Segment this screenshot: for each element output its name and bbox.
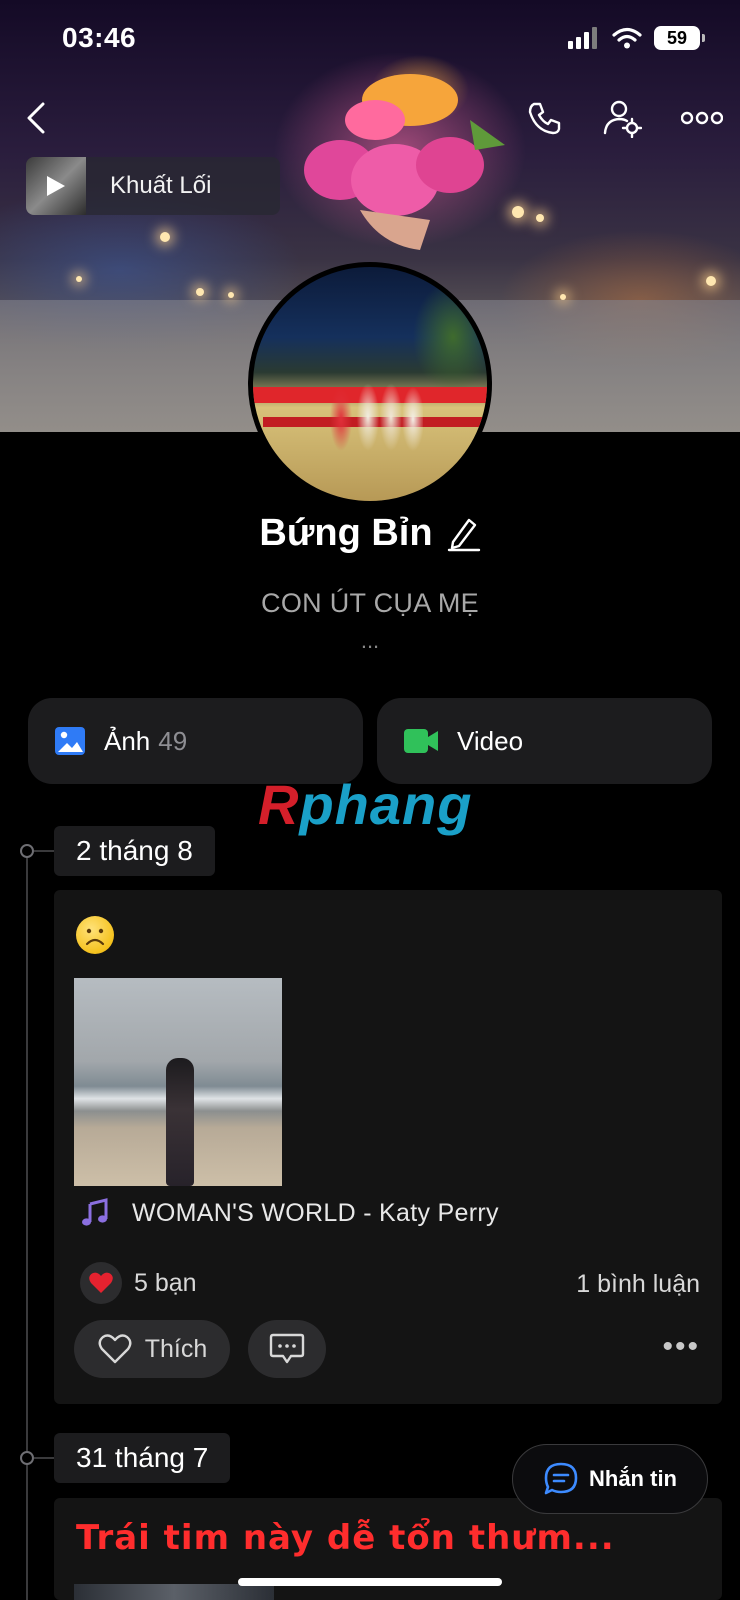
like-button[interactable]: Thích [74,1320,230,1378]
edit-pencil-icon[interactable] [447,516,481,552]
post-photo[interactable] [74,978,282,1186]
comment-icon [269,1333,305,1364]
post-card[interactable]: WOMAN'S WORLD - Katy Perry 5 bạn 1 bình … [54,890,722,1404]
call-button[interactable] [516,90,572,146]
photos-label: Ảnh [104,725,151,756]
status-time: 03:46 [62,22,137,53]
status-icons: 59 [568,26,705,50]
reaction-summary[interactable]: 5 bạn [80,1262,197,1304]
more-options-button[interactable] [674,90,730,146]
post-music[interactable]: WOMAN'S WORLD - Katy Perry [80,1198,499,1228]
top-navigation [0,90,740,146]
heart-icon [80,1262,122,1304]
watermark-part1: R [258,773,300,836]
message-label: Nhắn tin [589,1466,677,1491]
timeline-dot [20,1451,34,1465]
battery-indicator: 59 [654,26,705,50]
comments-count[interactable]: 1 bình luận [576,1270,700,1299]
photos-count: 49 [158,725,188,756]
date-chip: 31 tháng 7 [54,1433,231,1483]
timeline-dot [20,844,34,858]
message-button[interactable]: Nhắn tin [512,1444,708,1514]
music-cover-thumbnail [26,157,86,215]
user-settings-icon [603,100,642,138]
phone-icon [528,102,561,135]
music-title: Khuất Lối [110,172,212,199]
profile-name: Bứng Bỉn [259,512,433,554]
play-icon [47,176,65,196]
profile-name-row: Bứng Bỉn [0,512,740,555]
video-camera-icon [404,729,438,753]
timeline-line [26,850,28,1600]
frowning-face-emoji [76,916,114,954]
wifi-icon [612,27,642,49]
like-label: Thích [144,1334,208,1363]
post-music-title: WOMAN'S WORLD - Katy Perry [132,1198,499,1227]
watermark-logo: Rphang [258,772,472,837]
bio-expand[interactable]: ... [0,628,740,654]
image-icon [55,727,85,755]
comment-button[interactable] [248,1320,326,1378]
chevron-left-icon [27,102,45,134]
status-bar: 03:46 59 [0,0,740,80]
profile-avatar[interactable] [248,262,492,506]
music-note-icon [82,1198,108,1226]
profile-settings-button[interactable] [594,90,650,146]
post-photo[interactable] [74,1584,274,1600]
more-horizontal-icon [681,111,723,125]
signal-icon [568,27,597,49]
post-caption: Trái tim này dễ tổn thưm... [76,1518,615,1558]
flower-bouquet-image [304,74,505,250]
profile-bio: CON ÚT CỤA MẸ [261,588,479,618]
home-indicator [238,1578,502,1586]
chat-bubble-icon [544,1462,578,1495]
watermark-part2: phang [299,773,473,836]
likes-count: 5 bạn [134,1268,197,1297]
heart-outline-icon [98,1334,132,1364]
profile-music-player[interactable]: Khuất Lối [26,157,280,215]
post-more-button[interactable]: ••• [662,1330,700,1364]
back-button[interactable] [8,90,64,146]
date-chip: 2 tháng 8 [54,826,215,876]
video-label: Video [457,725,524,756]
